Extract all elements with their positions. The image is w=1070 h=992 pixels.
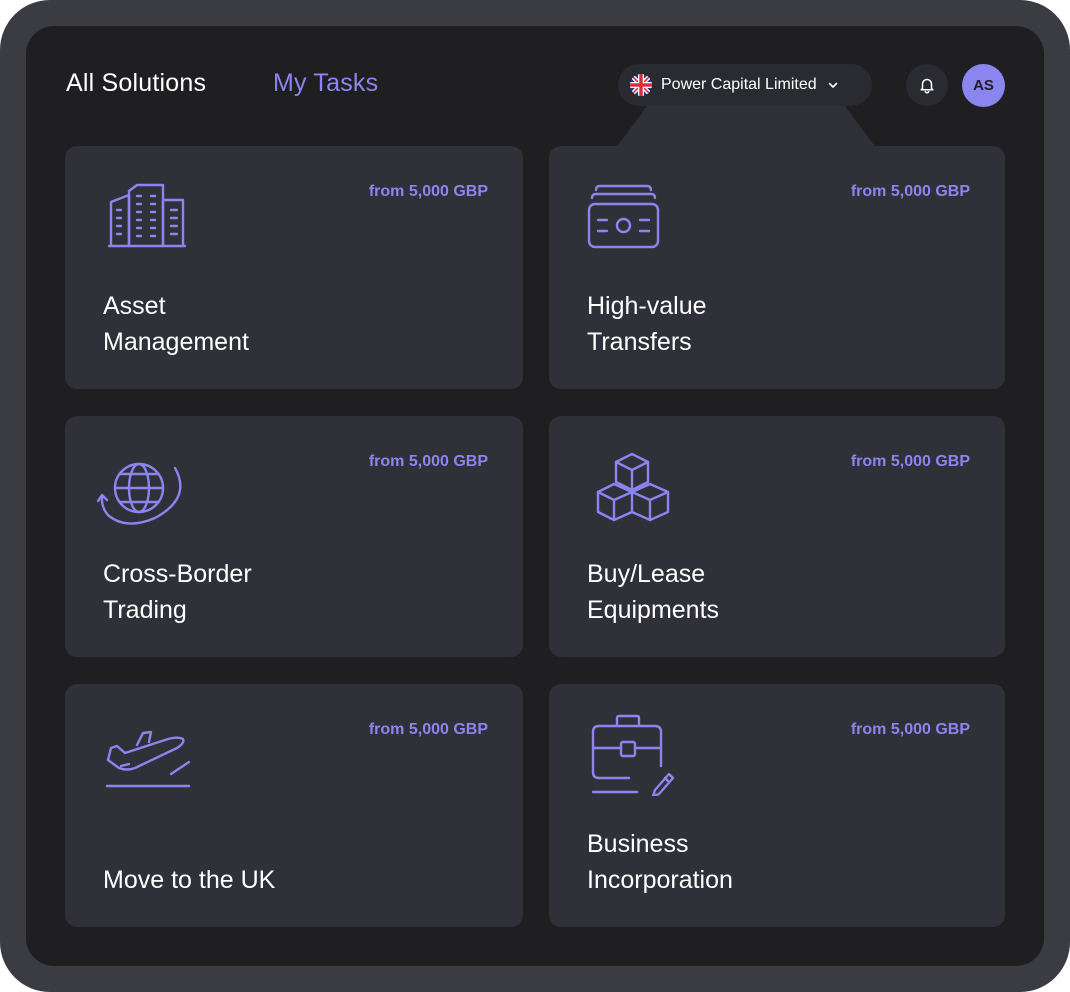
- card-title: High-value Transfers: [587, 288, 847, 360]
- price-label: from 5,000 GBP: [850, 453, 970, 470]
- card-title-line: Cross-Border: [103, 560, 252, 588]
- card-title-line: Management: [103, 328, 249, 356]
- price-label: from 5,000 GBP: [850, 721, 970, 738]
- solution-card-business-incorporation[interactable]: from 5,000 GBP Business Incorporation: [549, 684, 1005, 927]
- card-title-line: Move to the UK: [103, 866, 276, 894]
- boxes-icon: [596, 452, 670, 522]
- price-label: from 5,000 GBP: [368, 453, 488, 470]
- card-title-line: Incorporation: [587, 866, 733, 894]
- card-title-line: Business: [587, 830, 689, 858]
- company-selector[interactable]: Power Capital Limited: [618, 64, 872, 106]
- price-label: from 5,000 GBP: [850, 183, 970, 200]
- card-title-line: Equipments: [587, 596, 720, 624]
- solution-card-move-to-the-uk[interactable]: from 5,000 GBP Move to the UK: [65, 684, 523, 927]
- card-title-line: Trading: [103, 596, 187, 624]
- card-title-line: Transfers: [587, 328, 692, 356]
- app-screen: All Solutions My Tasks Power Capital Lim…: [26, 26, 1044, 966]
- solution-card-buy-lease-equipments[interactable]: from 5,000 GBP Buy/Lease Equipments: [549, 416, 1005, 657]
- tab-my-tasks[interactable]: My Tasks: [273, 69, 378, 98]
- banknotes-icon: [587, 184, 660, 249]
- airplane-takeoff-icon: [105, 730, 191, 788]
- card-title-line: Asset: [103, 292, 166, 320]
- chevron-down-icon: [828, 82, 837, 88]
- globe-orbit-icon: [97, 462, 182, 525]
- briefcase-pen-icon: [591, 714, 675, 796]
- price-label: from 5,000 GBP: [368, 721, 488, 738]
- solution-card-cross-border-trading[interactable]: from 5,000 GBP Cross-Border Trading: [65, 416, 523, 657]
- card-title: Move to the UK: [103, 862, 363, 898]
- buildings-icon: [107, 183, 187, 248]
- card-title: Asset Management: [103, 288, 363, 360]
- bell-icon: [920, 78, 934, 94]
- solution-card-high-value-transfers[interactable]: from 5,000 GBP High-value Transfers: [549, 146, 1005, 389]
- card-title: Buy/Lease Equipments: [587, 556, 847, 628]
- card-title-line: High-value: [587, 292, 707, 320]
- company-name: Power Capital Limited: [661, 76, 817, 93]
- notifications-button[interactable]: [906, 64, 948, 106]
- device-frame: All Solutions My Tasks Power Capital Lim…: [0, 0, 1070, 992]
- solution-card-asset-management[interactable]: from 5,000 GBP Asset Management: [65, 146, 523, 389]
- uk-flag-icon: [630, 74, 652, 96]
- card-title-line: Buy/Lease: [587, 560, 706, 588]
- tab-all-solutions[interactable]: All Solutions: [66, 69, 206, 98]
- card-title: Business Incorporation: [587, 826, 847, 898]
- card-title: Cross-Border Trading: [103, 556, 363, 628]
- price-label: from 5,000 GBP: [368, 183, 488, 200]
- user-avatar[interactable]: AS: [962, 64, 1005, 107]
